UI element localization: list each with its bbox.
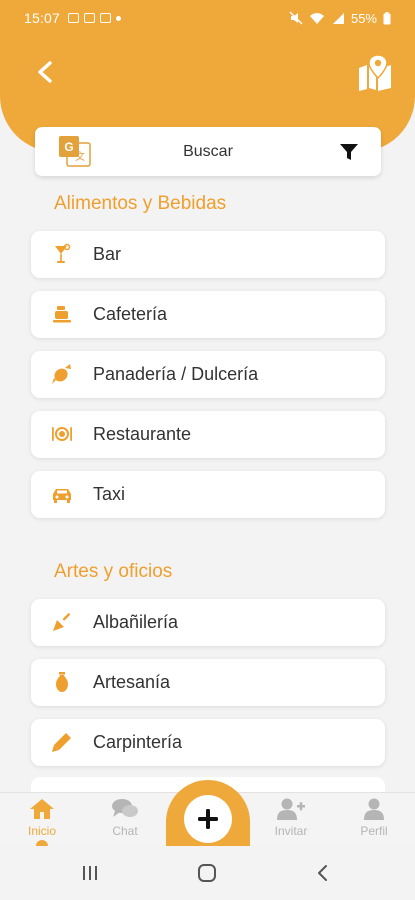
filter-icon[interactable] bbox=[339, 142, 359, 162]
search-bar[interactable]: G 文 Buscar bbox=[35, 127, 381, 176]
home-icon bbox=[30, 799, 54, 819]
category-label: Taxi bbox=[93, 484, 126, 504]
mute-icon bbox=[289, 11, 303, 25]
category-label: Cafetería bbox=[93, 304, 168, 324]
category-label: Albañilería bbox=[93, 612, 179, 632]
nav-profile[interactable]: Perfil bbox=[344, 795, 404, 843]
category-label: Artesanía bbox=[93, 672, 171, 692]
nav-invite[interactable]: Invitar bbox=[261, 795, 321, 843]
coffee-cup-icon bbox=[51, 303, 73, 325]
map-pin-icon bbox=[359, 54, 391, 91]
nav-chat[interactable]: Chat bbox=[95, 795, 155, 843]
category-item-artesania[interactable]: Artesanía bbox=[31, 659, 385, 706]
nav-profile-label: Perfil bbox=[360, 824, 388, 838]
vase-icon bbox=[51, 671, 73, 693]
trowel-icon bbox=[51, 611, 73, 633]
search-label: Buscar bbox=[183, 142, 233, 160]
gallery-icon bbox=[68, 13, 80, 23]
category-item-taxi[interactable]: Taxi bbox=[31, 471, 385, 518]
cocktail-icon bbox=[51, 243, 73, 265]
candy-icon bbox=[51, 363, 73, 385]
chevron-left-icon bbox=[38, 61, 52, 83]
mail-icon bbox=[84, 13, 96, 23]
category-label: Bar bbox=[93, 244, 122, 264]
home-system-button[interactable] bbox=[187, 860, 227, 886]
add-button[interactable] bbox=[184, 795, 232, 843]
shield-icon bbox=[100, 13, 112, 23]
category-item-cafeteria[interactable]: Cafetería bbox=[31, 291, 385, 338]
nav-chat-label: Chat bbox=[112, 824, 138, 838]
battery-icon bbox=[383, 11, 391, 24]
pencil-icon bbox=[51, 731, 73, 753]
user-icon bbox=[364, 798, 384, 820]
category-item-panaderia[interactable]: Panadería / Dulcería bbox=[31, 351, 385, 398]
notification-icons bbox=[68, 13, 122, 23]
back-system-button[interactable] bbox=[302, 860, 342, 886]
plus-icon bbox=[198, 809, 218, 829]
add-user-icon bbox=[277, 798, 305, 820]
back-chevron-icon bbox=[318, 865, 327, 881]
system-nav-bar bbox=[0, 846, 415, 900]
section-title-crafts: Artes y oficios bbox=[54, 561, 173, 582]
dot-icon bbox=[116, 15, 122, 21]
chat-icon bbox=[112, 799, 138, 817]
wifi-icon bbox=[309, 12, 324, 24]
category-item-bar[interactable]: Bar bbox=[31, 231, 385, 278]
back-button[interactable] bbox=[30, 55, 60, 89]
map-button[interactable] bbox=[356, 54, 394, 92]
recent-apps-icon bbox=[83, 866, 97, 880]
nav-home-label: Inicio bbox=[27, 824, 56, 838]
home-square-icon bbox=[198, 864, 216, 882]
status-bar: 15:07 55% bbox=[0, 0, 415, 36]
category-label: Restaurante bbox=[93, 424, 192, 444]
category-item-albanileria[interactable]: Albañilería bbox=[31, 599, 385, 646]
nav-invite-label: Invitar bbox=[274, 824, 308, 838]
status-right: 55% bbox=[289, 11, 391, 26]
plate-cutlery-icon bbox=[51, 423, 73, 445]
signal-icon bbox=[332, 12, 344, 24]
car-icon bbox=[51, 483, 73, 505]
category-item-carpinteria[interactable]: Carpintería bbox=[31, 719, 385, 766]
category-label: Panadería / Dulcería bbox=[93, 364, 259, 384]
section-title-food: Alimentos y Bebidas bbox=[54, 193, 227, 214]
battery-percent: 55% bbox=[350, 10, 377, 26]
nav-home[interactable]: Inicio bbox=[12, 795, 72, 843]
recent-apps-button[interactable] bbox=[70, 860, 110, 886]
category-label: Carpintería bbox=[93, 732, 183, 752]
status-time: 15:07 bbox=[24, 10, 61, 26]
category-item-restaurante[interactable]: Restaurante bbox=[31, 411, 385, 458]
